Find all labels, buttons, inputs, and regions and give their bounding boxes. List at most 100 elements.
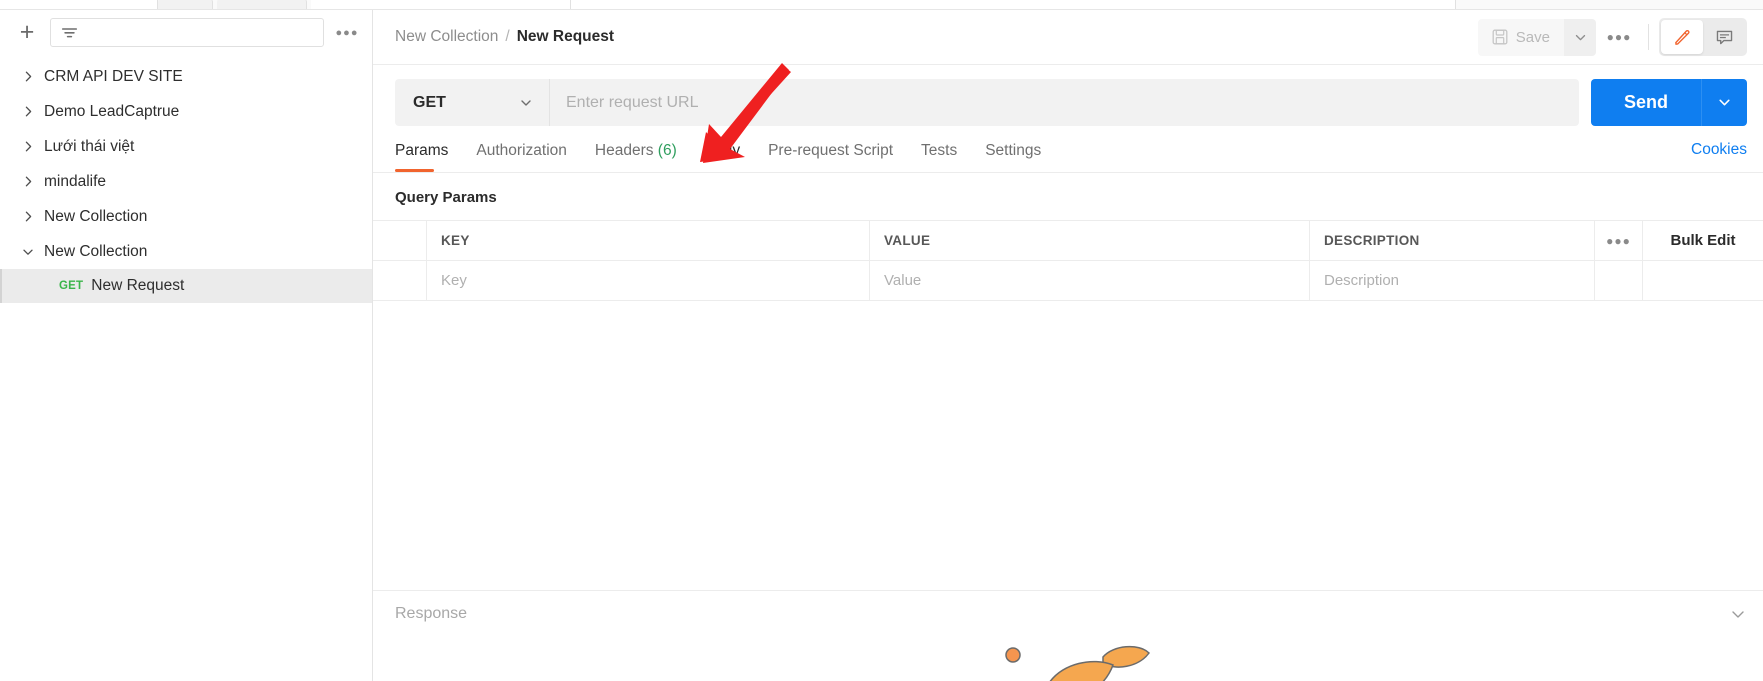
request-tabs-row: Params Authorization Headers (6) Body Pr… bbox=[373, 126, 1763, 173]
request-method-badge: GET bbox=[59, 280, 84, 292]
tab-authorization[interactable]: Authorization bbox=[462, 126, 580, 172]
select-all-cell bbox=[373, 221, 427, 260]
request-url-input[interactable] bbox=[550, 79, 1579, 126]
tab-body[interactable]: Body bbox=[691, 126, 754, 172]
chevron-down-icon bbox=[1719, 99, 1730, 106]
tab-label: Authorization bbox=[476, 142, 567, 159]
sidebar-item-collection[interactable]: mindalife bbox=[0, 164, 372, 199]
send-button[interactable]: Send bbox=[1591, 79, 1701, 126]
column-header-key: KEY bbox=[427, 221, 870, 260]
tab-label: Headers bbox=[594, 142, 654, 159]
table-header-row: KEY VALUE DESCRIPTION ●●● Bulk Edit bbox=[373, 221, 1763, 261]
breadcrumb-separator: / bbox=[505, 28, 510, 45]
breadcrumb-collection[interactable]: New Collection bbox=[395, 28, 498, 46]
new-item-button[interactable]: + bbox=[14, 20, 40, 46]
comment-icon bbox=[1716, 30, 1732, 44]
cookies-link[interactable]: Cookies bbox=[1691, 141, 1747, 172]
row-checkbox-cell[interactable] bbox=[373, 261, 427, 300]
row-spacer-cell-2 bbox=[1643, 261, 1763, 300]
sidebar-item-label: Lưới thái việt bbox=[44, 137, 135, 155]
save-button-label: Save bbox=[1515, 28, 1550, 46]
chevron-down-icon bbox=[1732, 610, 1744, 618]
sidebar-item-label: New Collection bbox=[44, 207, 148, 225]
sidebar-toolbar: + ●●● bbox=[0, 10, 372, 57]
response-collapse-button[interactable] bbox=[1729, 605, 1747, 623]
sidebar-item-collection[interactable]: Demo LeadCaptrue bbox=[0, 94, 372, 129]
chevron-right-icon bbox=[18, 207, 38, 227]
tab-strip-stub bbox=[786, 0, 1456, 9]
collections-tree: CRM API DEV SITE Demo LeadCaptrue Lưới t… bbox=[0, 57, 372, 681]
response-label: Response bbox=[395, 604, 468, 622]
pencil-icon bbox=[1674, 29, 1690, 45]
edit-mode-button[interactable] bbox=[1661, 20, 1703, 54]
tab-headers[interactable]: Headers (6) bbox=[581, 126, 691, 172]
bulk-edit-button[interactable]: Bulk Edit bbox=[1643, 221, 1763, 260]
chevron-right-icon bbox=[18, 102, 38, 122]
tab-settings[interactable]: Settings bbox=[971, 126, 1055, 172]
tab-strip-stub bbox=[0, 0, 158, 9]
sidebar-item-label: Demo LeadCaptrue bbox=[44, 102, 180, 120]
send-options-button[interactable] bbox=[1701, 79, 1747, 126]
header-divider bbox=[1648, 24, 1649, 50]
sidebar-item-request-new-request[interactable]: GET New Request bbox=[0, 269, 372, 303]
tab-pre-request-script[interactable]: Pre-request Script bbox=[754, 126, 907, 172]
request-tab-strip bbox=[0, 0, 1763, 10]
tab-label: Body bbox=[704, 142, 741, 159]
url-box: GET bbox=[395, 79, 1579, 126]
request-header: New Collection / New Request Save ●●● bbox=[373, 10, 1763, 65]
tab-badge-count: (6) bbox=[657, 142, 677, 159]
sidebar-item-collection-expanded[interactable]: New Collection bbox=[0, 234, 372, 269]
response-bar: Response bbox=[373, 590, 1763, 636]
request-tabs: Params Authorization Headers (6) Body Pr… bbox=[395, 126, 1055, 172]
comments-button[interactable] bbox=[1703, 20, 1745, 54]
sidebar-item-collection[interactable]: New Collection bbox=[0, 199, 372, 234]
send-button-group: Send bbox=[1591, 79, 1747, 126]
sidebar-item-collection[interactable]: Lưới thái việt bbox=[0, 129, 372, 164]
method-selector[interactable]: GET bbox=[395, 79, 550, 126]
method-selector-value: GET bbox=[413, 93, 446, 111]
table-row: Key Value Description bbox=[373, 261, 1763, 301]
collections-sidebar: + ●●● CRM API DEV SITE Demo LeadCaptrue … bbox=[0, 10, 373, 681]
column-header-description: DESCRIPTION bbox=[1310, 221, 1595, 260]
request-more-button[interactable]: ●●● bbox=[1600, 19, 1638, 56]
request-name-label: New Request bbox=[91, 277, 185, 294]
tab-params[interactable]: Params bbox=[395, 126, 462, 172]
postman-window: + ●●● CRM API DEV SITE Demo LeadCaptrue … bbox=[0, 0, 1763, 681]
table-more-button[interactable]: ●●● bbox=[1595, 221, 1643, 260]
tab-strip-stub bbox=[311, 0, 571, 9]
save-button-group: Save bbox=[1477, 18, 1596, 56]
view-mode-toggle bbox=[1659, 18, 1747, 56]
save-options-button[interactable] bbox=[1564, 18, 1596, 56]
query-params-table: KEY VALUE DESCRIPTION ●●● Bulk Edit Key … bbox=[373, 220, 1763, 301]
sidebar-item-collection[interactable]: CRM API DEV SITE bbox=[0, 59, 372, 94]
tab-strip-stub bbox=[217, 0, 307, 9]
sidebar-filter-input[interactable] bbox=[50, 18, 324, 47]
sidebar-item-label: mindalife bbox=[44, 172, 107, 190]
tab-label: Params bbox=[395, 142, 449, 159]
chevron-right-icon bbox=[18, 137, 38, 157]
sidebar-item-label: CRM API DEV SITE bbox=[44, 67, 183, 85]
tab-label: Pre-request Script bbox=[768, 142, 894, 159]
breadcrumb: New Collection / New Request bbox=[395, 28, 614, 46]
param-key-input[interactable]: Key bbox=[427, 261, 870, 300]
sidebar-more-button[interactable]: ●●● bbox=[334, 20, 360, 46]
sidebar-item-label: New Collection bbox=[44, 242, 148, 260]
param-value-input[interactable]: Value bbox=[870, 261, 1310, 300]
rocket-illustration bbox=[1005, 645, 1150, 681]
breadcrumb-request: New Request bbox=[516, 28, 615, 45]
param-description-input[interactable]: Description bbox=[1310, 261, 1595, 300]
tab-strip-stub bbox=[571, 0, 786, 9]
row-spacer-cell bbox=[1595, 261, 1643, 300]
request-body-empty-area bbox=[373, 301, 1763, 590]
chevron-down-icon bbox=[1575, 34, 1585, 40]
save-button[interactable]: Save bbox=[1477, 18, 1564, 56]
request-pane: New Collection / New Request Save ●●● GE… bbox=[373, 10, 1763, 681]
url-bar: GET Send bbox=[373, 65, 1763, 126]
tab-label: Settings bbox=[985, 142, 1042, 159]
chevron-right-icon bbox=[18, 67, 38, 87]
chevron-down-icon bbox=[521, 99, 531, 106]
response-placeholder-area bbox=[373, 636, 1763, 681]
tab-tests[interactable]: Tests bbox=[907, 126, 971, 172]
floppy-disk-icon bbox=[1492, 29, 1508, 45]
query-params-title: Query Params bbox=[395, 189, 497, 206]
